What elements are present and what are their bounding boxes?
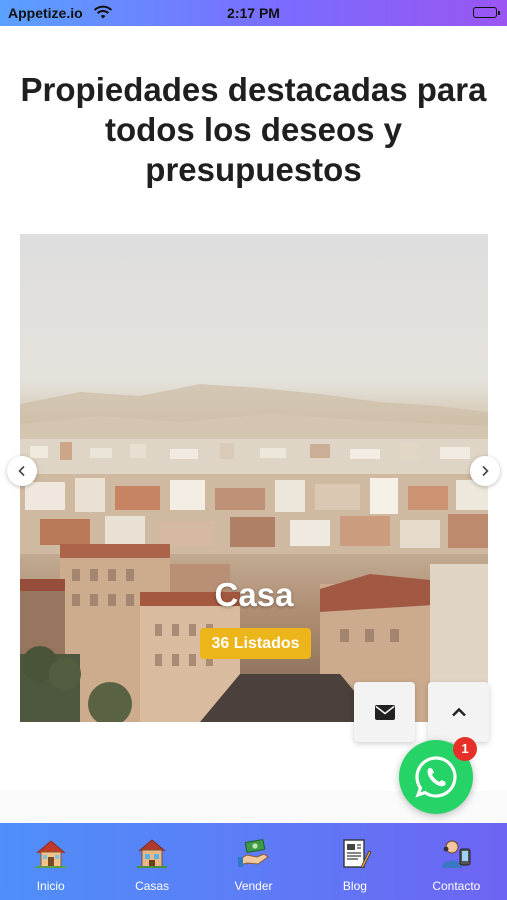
- scroll-top-button[interactable]: [428, 682, 489, 742]
- nav-item-inicio[interactable]: Inicio: [0, 823, 101, 900]
- bottom-nav: Inicio Casas Vender Blog Contacto: [0, 823, 507, 900]
- whatsapp-icon: [415, 756, 457, 798]
- nav-label-casas: Casas: [135, 879, 170, 893]
- listings-count-badge: 36 Listados: [200, 628, 311, 659]
- house-icon: [35, 840, 66, 868]
- carousel-next-button[interactable]: [470, 456, 500, 486]
- battery-full-icon: [473, 7, 500, 18]
- main-content: Propiedades destacadas para todos los de…: [0, 26, 507, 823]
- envelope-icon: [374, 704, 395, 720]
- chevron-left-icon: [18, 465, 25, 477]
- email-button[interactable]: [354, 682, 415, 742]
- nav-label-contacto: Contacto: [432, 879, 481, 893]
- nav-item-vender[interactable]: Vender: [203, 823, 304, 900]
- nav-label-blog: Blog: [342, 879, 367, 893]
- clock: 2:17 PM: [227, 5, 280, 21]
- section-heading: Propiedades destacadas para todos los de…: [20, 71, 487, 188]
- nav-item-contacto[interactable]: Contacto: [406, 823, 507, 900]
- houses-icon: [137, 839, 168, 868]
- notification-badge: 1: [453, 737, 477, 761]
- property-category-card[interactable]: Casa 36 Listados: [20, 234, 488, 722]
- nav-item-casas[interactable]: Casas: [101, 823, 202, 900]
- carousel-prev-button[interactable]: [7, 456, 37, 486]
- status-bar: Appetize.io 2:17 PM: [0, 0, 507, 26]
- money-hand-icon: [237, 839, 269, 867]
- chevron-up-icon: [451, 707, 466, 717]
- category-title: Casa: [214, 576, 294, 613]
- chevron-right-icon: [482, 465, 489, 477]
- nav-label-inicio: Inicio: [36, 879, 65, 893]
- blog-document-icon: [343, 839, 372, 869]
- contact-phone-icon: [442, 840, 471, 868]
- nav-label-vender: Vender: [234, 879, 273, 893]
- nav-item-blog[interactable]: Blog: [304, 823, 405, 900]
